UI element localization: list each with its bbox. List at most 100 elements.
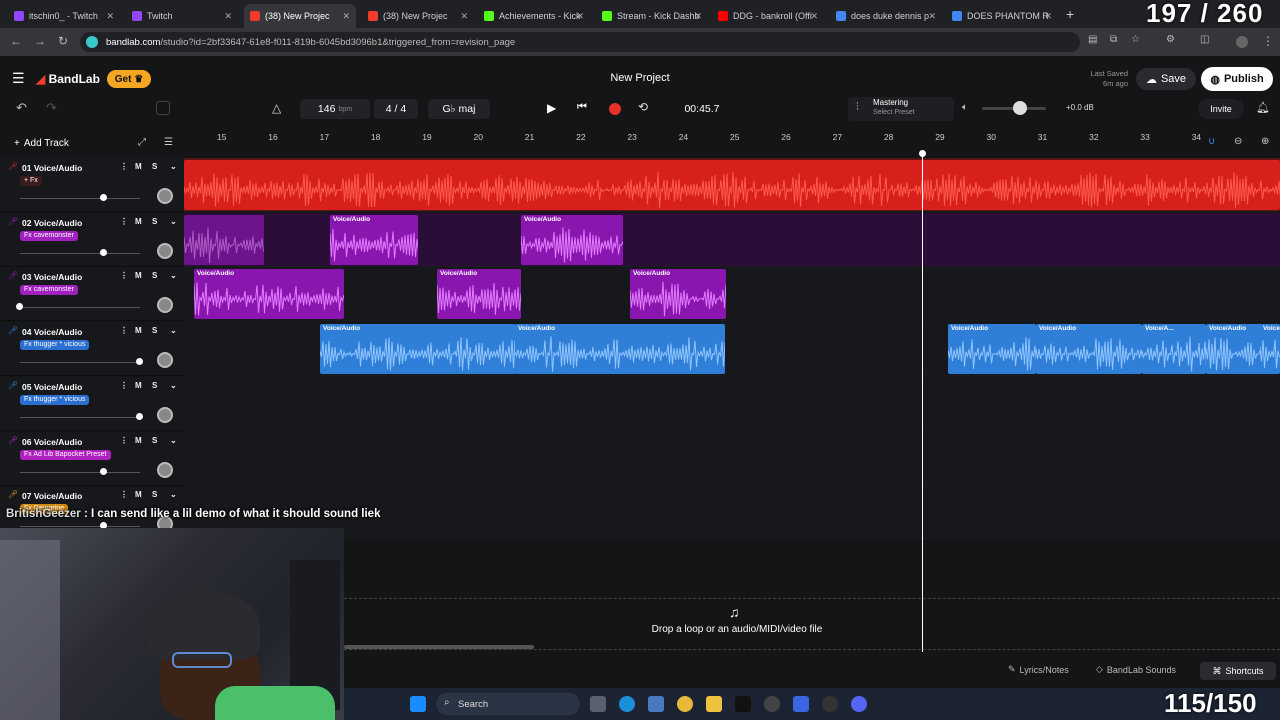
speaker-icon[interactable]: 🔈︎ <box>962 102 968 113</box>
chrome-icon[interactable] <box>677 696 693 712</box>
bookmark-star-icon[interactable]: ☆ <box>1131 34 1140 45</box>
track-menu-icon[interactable]: ⋮ <box>120 436 128 445</box>
audio-clip[interactable]: Voice/Audio <box>437 269 521 320</box>
browser-tab[interactable]: itschin0_ - Twitch ✕ <box>8 4 120 28</box>
reader-icon[interactable]: ▤ <box>1088 34 1097 45</box>
tab-close-icon[interactable]: ✕ <box>224 11 232 22</box>
time-signature-field[interactable]: 4 / 4 <box>374 99 418 119</box>
mute-button[interactable]: M <box>135 436 142 445</box>
audio-clip[interactable]: Voice/Audio <box>330 214 418 265</box>
tab-close-icon[interactable]: ✕ <box>1044 11 1052 22</box>
shortcuts-button[interactable]: ⌘ Shortcuts <box>1200 662 1276 680</box>
key-selector[interactable]: G♭ maj <box>428 99 490 119</box>
solo-button[interactable]: S <box>152 326 157 335</box>
play-button[interactable]: ▶ <box>547 101 556 115</box>
track-lane[interactable]: Voice/Audio Voice/Audio Voice/Audio <box>184 267 1280 322</box>
track-volume-handle[interactable] <box>136 358 143 366</box>
track-volume-handle[interactable] <box>16 303 23 311</box>
tab-close-icon[interactable]: ✕ <box>928 11 936 22</box>
mute-button[interactable]: M <box>135 162 142 171</box>
chevron-down-icon[interactable]: ⌄ <box>170 217 177 226</box>
track-lane[interactable]: Voice/Audio Voice/Audio <box>184 212 1280 267</box>
reload-icon[interactable]: ↻ <box>58 34 68 48</box>
track-volume-slider[interactable] <box>20 252 140 254</box>
mute-button[interactable]: M <box>135 271 142 280</box>
audio-clip[interactable]: Voice/Audio <box>521 214 623 265</box>
browser-tab[interactable]: DDG - bankroll (Offi ✕ <box>712 4 824 28</box>
chevron-down-icon[interactable]: ⌄ <box>170 381 177 390</box>
audio-clip[interactable]: Voice/Audio <box>1036 324 1142 375</box>
new-tab-button[interactable]: + <box>1066 6 1074 22</box>
back-icon[interactable]: ← <box>10 34 22 48</box>
mute-button[interactable]: M <box>135 490 142 499</box>
record-button[interactable] <box>609 103 621 115</box>
solo-button[interactable]: S <box>152 436 157 445</box>
tab-close-icon[interactable]: ✕ <box>694 11 702 22</box>
add-track-button[interactable]: + Add Track <box>4 134 90 152</box>
hamburger-menu-icon[interactable]: ☰ <box>12 70 25 87</box>
browser-tab[interactable]: (38) New Projec ✕ <box>362 4 474 28</box>
track-volume-handle[interactable] <box>100 467 107 475</box>
save-button[interactable]: ☁ Save <box>1136 68 1196 90</box>
solo-button[interactable]: S <box>152 490 157 499</box>
chevron-down-icon[interactable]: ⌄ <box>170 490 177 499</box>
edge-icon[interactable] <box>619 696 635 712</box>
extensions-icon[interactable]: ⚙ <box>1166 34 1175 45</box>
undo-icon[interactable]: ↶ <box>16 100 27 116</box>
track-menu-icon[interactable]: ⋮ <box>120 162 128 171</box>
browser-tab[interactable]: Twitch ✕ <box>126 4 238 28</box>
track-volume-handle[interactable] <box>136 412 143 420</box>
track-volume-slider[interactable] <box>20 307 140 309</box>
track-name[interactable]: 01 Voice/Audio <box>22 163 82 173</box>
track-menu-icon[interactable]: ⋮ <box>120 271 128 280</box>
lyrics-notes-button[interactable]: ✎ Lyrics/Notes <box>1008 664 1069 675</box>
browser-tab[interactable]: does duke dennis p ✕ <box>830 4 942 28</box>
track-name[interactable]: 04 Voice/Audio <box>22 327 82 337</box>
windows-start-icon[interactable] <box>410 696 426 712</box>
track-fx-badge[interactable]: Fx cavemonster <box>20 230 78 241</box>
track-fx-badge[interactable]: Fx thugger * vicious <box>20 394 90 405</box>
track-settings-icon[interactable]: ☰ <box>164 137 173 148</box>
playhead-handle[interactable] <box>919 150 926 157</box>
bandlab-logo[interactable]: ◢ BandLab <box>36 72 100 86</box>
track-fx-badge[interactable]: Fx cavemonster <box>20 285 78 296</box>
taskbar-search[interactable]: Search <box>436 693 580 715</box>
audio-clip[interactable]: Voice/Audio <box>515 324 725 375</box>
track-fx-badge[interactable]: + Fx <box>20 176 42 186</box>
audio-clip[interactable]: Voice/Audio <box>194 269 344 320</box>
track-name[interactable]: 06 Voice/Audio <box>22 437 82 447</box>
rewind-button[interactable]: ⏮ <box>577 101 587 114</box>
track-menu-icon[interactable]: ⋮ <box>120 381 128 390</box>
chevron-down-icon[interactable]: ⌄ <box>170 162 177 171</box>
track-name[interactable]: 07 Voice/Audio <box>22 491 82 501</box>
track-header[interactable]: 🎤︎ 03 Voice/Audio ⋮ M S ⌄ Fx cavemonster <box>0 267 184 322</box>
publish-button[interactable]: ◍ Publish <box>1201 67 1273 91</box>
track-header[interactable]: 🎤︎ 02 Voice/Audio ⋮ M S ⌄ Fx cavemonster <box>0 212 184 267</box>
tempo-field[interactable]: 146 bpm <box>300 99 370 119</box>
track-pan-knob[interactable] <box>157 461 173 478</box>
chevron-down-icon[interactable]: ⌄ <box>170 326 177 335</box>
task-view-icon[interactable] <box>590 696 606 712</box>
track-pan-knob[interactable] <box>157 297 173 314</box>
solo-button[interactable]: S <box>152 162 157 171</box>
browser-tab[interactable]: Stream - Kick Dashb ✕ <box>596 4 708 28</box>
tab-close-icon[interactable]: ✕ <box>460 11 468 22</box>
track-fx-badge[interactable]: Fx Ad Lib Bapocket Preset <box>20 449 111 460</box>
track-lane[interactable] <box>184 158 1280 212</box>
forward-icon[interactable]: → <box>34 34 46 48</box>
track-volume-slider[interactable] <box>20 416 140 418</box>
horizontal-scrollbar[interactable] <box>344 645 534 649</box>
audio-clip[interactable]: Voice/Audio <box>320 324 516 375</box>
zoom-out-icon[interactable]: ⊖ <box>1234 136 1242 147</box>
get-membership-button[interactable]: Get ♛ <box>107 70 151 88</box>
invite-button[interactable]: Invite <box>1198 99 1244 119</box>
track-volume-slider[interactable] <box>20 362 140 364</box>
mute-button[interactable]: M <box>135 381 142 390</box>
mute-button[interactable]: M <box>135 326 142 335</box>
bandlab-sounds-button[interactable]: ◇ BandLab Sounds <box>1096 664 1176 675</box>
audio-clip[interactable]: Voice/Audio <box>1260 324 1280 375</box>
notifications-bell-icon[interactable]: 🔔︎ <box>1256 101 1270 114</box>
audio-clip[interactable]: Voice/Audio <box>948 324 1036 375</box>
track-volume-slider[interactable] <box>20 198 140 199</box>
app-icon[interactable] <box>793 696 809 712</box>
